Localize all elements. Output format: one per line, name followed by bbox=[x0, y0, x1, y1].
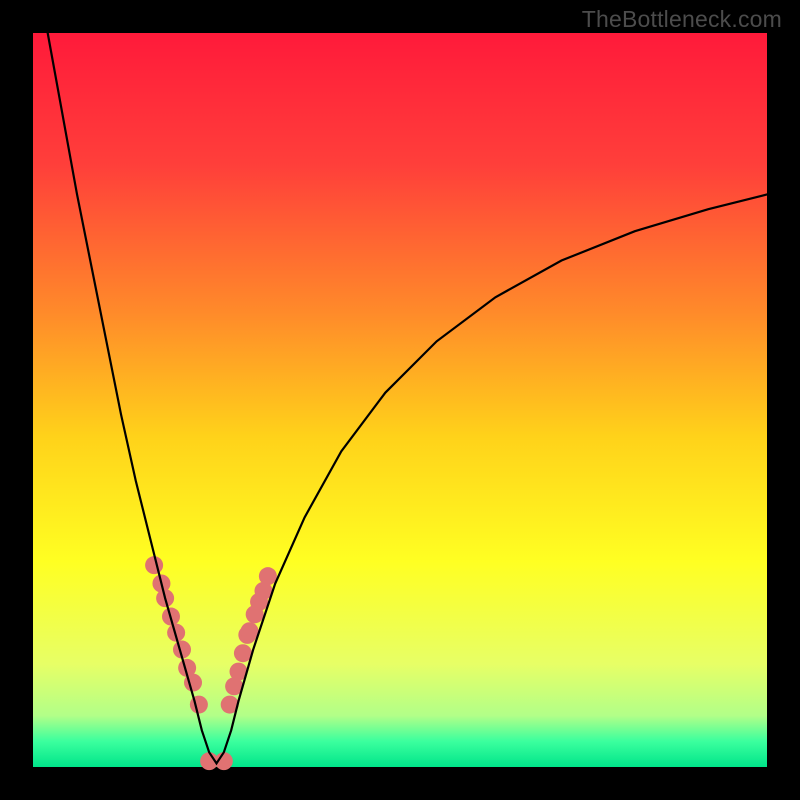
gradient-background bbox=[33, 33, 767, 767]
highlight-dot bbox=[190, 696, 208, 714]
highlight-dot bbox=[241, 622, 259, 640]
bottleneck-chart bbox=[33, 33, 767, 767]
highlight-dot bbox=[145, 556, 163, 574]
watermark-label: TheBottleneck.com bbox=[582, 6, 782, 33]
highlight-dot bbox=[259, 567, 277, 585]
chart-container: TheBottleneck.com bbox=[0, 0, 800, 800]
